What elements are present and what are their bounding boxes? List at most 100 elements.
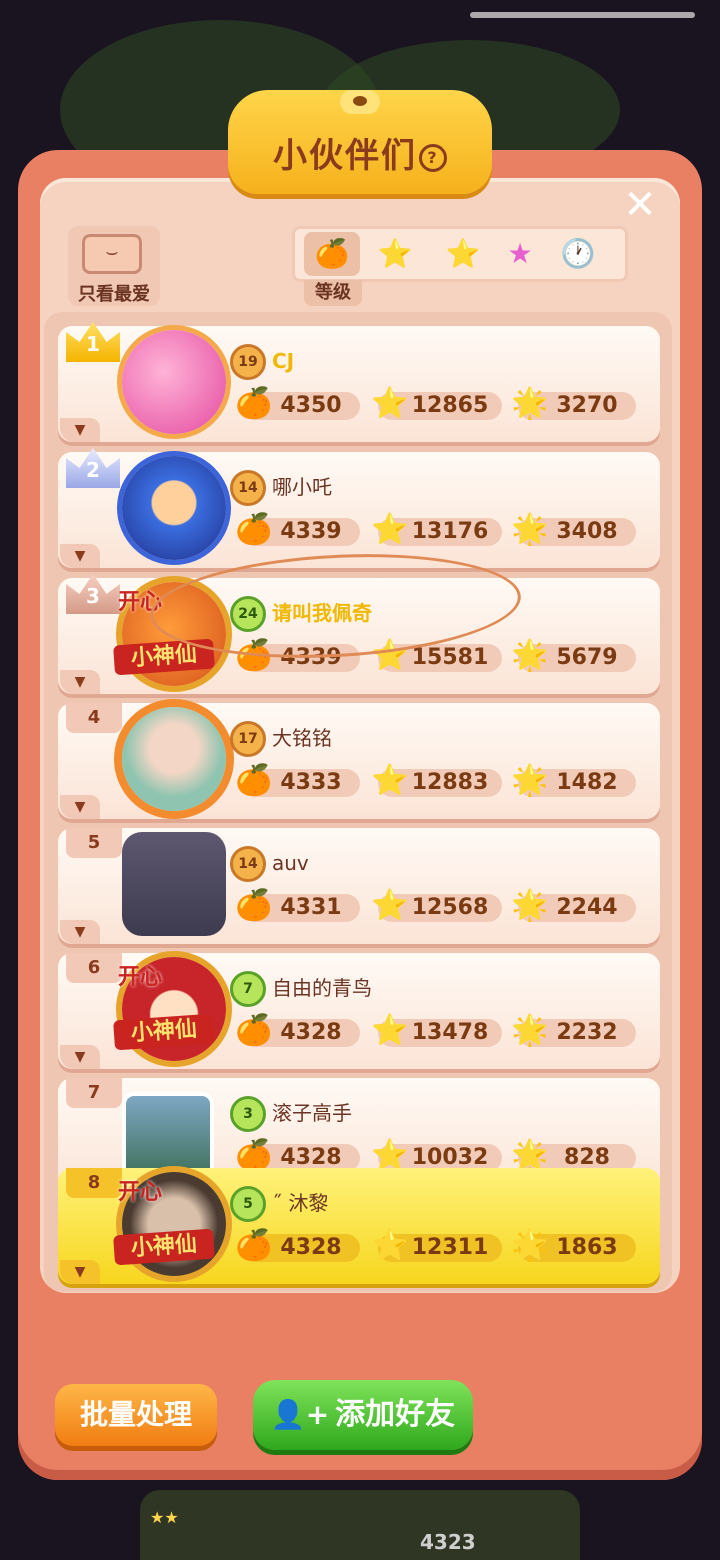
panel-title-text: 小伙伴们: [273, 136, 417, 176]
close-icon[interactable]: ✕: [620, 185, 660, 225]
gold-star-value: 12568: [411, 895, 489, 920]
fruit-icon: 🍊: [235, 386, 273, 421]
friend-row[interactable]: 4 17 大铭铭 🍊 4333 ⭐ 12883 🌟 1482 ▼: [58, 703, 660, 819]
fruit-stat: 🍊 4333: [235, 763, 360, 798]
rank-number: 5: [66, 828, 122, 858]
title-hanger: [340, 90, 380, 114]
friend-row[interactable]: 3 开心 小神仙 24 请叫我佩奇 🍊 4339 ⭐ 15581 🌟 5679 ▼: [58, 574, 660, 694]
fruit-icon: 🍊: [235, 1228, 273, 1263]
friend-row[interactable]: 2 14 哪小吒 🍊 4339 ⭐ 13176 🌟 3408 ▼: [58, 448, 660, 568]
fruit-value: 4350: [280, 393, 342, 418]
fruit-stat: 🍊 4328: [235, 1228, 360, 1263]
add-friend-label: 添加好友: [335, 1397, 456, 1432]
rainbow-star-value: 3270: [556, 393, 618, 418]
rainbow-star-value: 5679: [556, 645, 618, 670]
rainbow-star-stat: 🌟 2244: [511, 888, 636, 923]
avatar[interactable]: [122, 330, 226, 434]
clock-icon: 🕐: [560, 237, 596, 270]
fruit-stat: 🍊 4328: [235, 1013, 360, 1048]
add-friend-button[interactable]: 👤+ 添加好友: [253, 1380, 473, 1450]
expand-toggle-icon[interactable]: ▼: [60, 670, 100, 694]
expand-toggle-icon[interactable]: ▼: [60, 1260, 100, 1284]
rainbow-star-icon: 🌟: [511, 1013, 549, 1048]
friend-name: 请叫我佩奇: [272, 601, 372, 625]
batch-process-button[interactable]: 批量处理: [55, 1384, 217, 1446]
background-score: 4323: [420, 1530, 476, 1554]
sort-tab-level[interactable]: 🍊: [304, 232, 360, 276]
friend-name: 哪小吒: [272, 475, 332, 499]
gold-star-value: 15581: [411, 645, 489, 670]
sort-tab-gold-star[interactable]: ⭐: [367, 232, 423, 276]
help-icon[interactable]: ?: [419, 143, 447, 172]
gold-star-stat: ⭐ 13478: [371, 1013, 502, 1048]
expand-toggle-icon[interactable]: ▼: [60, 418, 100, 442]
rank-crown-gold: 1: [66, 322, 120, 362]
sort-tab-rainbow-star[interactable]: ⭐: [435, 232, 491, 276]
gold-star-icon: ⭐: [371, 888, 409, 923]
friend-name: 自由的青鸟: [272, 976, 372, 1000]
background-stars: ★★: [150, 1508, 179, 1527]
rainbow-star-stat: 🌟 3270: [511, 386, 636, 421]
fruit-icon: 🍊: [235, 1013, 273, 1048]
gold-star-stat: ⭐ 12311: [371, 1228, 502, 1263]
avatar-frame-label-top: 开心: [118, 965, 163, 990]
sort-tab-pink-star[interactable]: ★: [492, 232, 548, 276]
friend-row[interactable]: 6 开心 小神仙 7 自由的青鸟 🍊 4328 ⭐ 13478 🌟 2232 ▼: [58, 953, 660, 1069]
level-badge: 3: [230, 1096, 266, 1132]
expand-toggle-icon[interactable]: ▼: [60, 1045, 100, 1069]
panel-title: 小伙伴们?: [228, 128, 492, 177]
my-friend-row[interactable]: 8 开心 小神仙 5 ˝ 沐黎 🍊 4328 ⭐ 12311 🌟 1863 ▼: [58, 1168, 660, 1284]
add-user-icon: 👤+: [270, 1398, 330, 1431]
fruit-stat: 🍊 4350: [235, 386, 360, 421]
level-badge: 7: [230, 971, 266, 1007]
rainbow-star-icon: ⭐: [445, 237, 481, 270]
rainbow-star-icon: 🌟: [511, 763, 549, 798]
rank-number: 7: [66, 1078, 122, 1108]
gold-star-stat: ⭐ 12865: [371, 386, 502, 421]
rank-crown-silver: 2: [66, 448, 120, 488]
level-badge: 24: [230, 596, 266, 632]
rainbow-star-value: 1863: [556, 1235, 618, 1260]
gold-star-stat: ⭐ 12568: [371, 888, 502, 923]
level-badge: 5: [230, 1186, 266, 1222]
gold-star-icon: ⭐: [371, 638, 409, 673]
fruit-icon: 🍊: [235, 638, 273, 673]
friend-row[interactable]: 5 14 auv 🍊 4331 ⭐ 12568 🌟 2244 ▼: [58, 828, 660, 944]
gold-star-value: 12311: [411, 1235, 489, 1260]
gold-star-icon: ⭐: [377, 237, 413, 270]
fruit-icon: 🍊: [235, 763, 273, 798]
level-badge: 14: [230, 470, 266, 506]
rainbow-star-icon: 🌟: [511, 386, 549, 421]
rank-number: 4: [66, 703, 122, 733]
rank-number: 8: [66, 1168, 122, 1198]
rainbow-star-value: 2244: [556, 895, 618, 920]
expand-toggle-icon[interactable]: ▼: [60, 920, 100, 944]
avatar[interactable]: [122, 832, 226, 936]
rainbow-star-icon: 🌟: [511, 1228, 549, 1263]
gold-star-icon: ⭐: [371, 1228, 409, 1263]
expand-toggle-icon[interactable]: ▼: [60, 544, 100, 568]
expand-toggle-icon[interactable]: ▼: [60, 795, 100, 819]
fruit-value: 4339: [280, 645, 342, 670]
pink-star-icon: ★: [507, 237, 533, 270]
sort-tab-clock[interactable]: 🕐: [550, 232, 606, 276]
level-badge: 14: [230, 846, 266, 882]
sleepy-face-icon: [82, 234, 142, 274]
gold-star-icon: ⭐: [371, 512, 409, 547]
fruit-icon: 🍊: [314, 237, 350, 270]
avatar[interactable]: [122, 707, 226, 811]
gold-star-value: 13176: [411, 519, 489, 544]
gold-star-stat: ⭐ 13176: [371, 512, 502, 547]
friend-row[interactable]: 1 19 CJ 🍊 4350 ⭐ 12865 🌟 3270 ▼: [58, 322, 660, 442]
rank-number: 6: [66, 953, 122, 983]
fruit-icon: 🍊: [235, 512, 273, 547]
avatar[interactable]: [122, 456, 226, 560]
gold-star-icon: ⭐: [371, 763, 409, 798]
avatar-frame-label-top: 开心: [118, 590, 163, 615]
gold-star-icon: ⭐: [371, 1013, 409, 1048]
fruit-value: 4328: [280, 1020, 342, 1045]
rainbow-star-stat: 🌟 2232: [511, 1013, 636, 1048]
favorites-only-label: 只看最爱: [78, 284, 150, 305]
gold-star-value: 12865: [411, 393, 489, 418]
gold-star-stat: ⭐ 15581: [371, 638, 502, 673]
